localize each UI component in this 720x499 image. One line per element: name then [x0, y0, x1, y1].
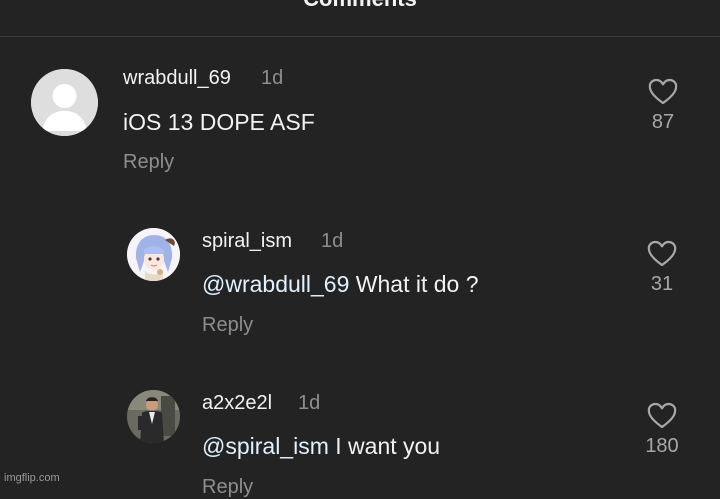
avatar[interactable] — [31, 69, 98, 136]
comment-body: I want you — [328, 433, 441, 459]
default-avatar-icon — [31, 69, 98, 136]
heart-icon — [647, 402, 677, 429]
comment-body: iOS 13 DOPE ASF — [123, 109, 315, 135]
comment-timestamp: 1d — [298, 392, 321, 414]
reply-button[interactable]: Reply — [202, 314, 253, 337]
watermark: imgflip.com — [4, 472, 60, 484]
like-button[interactable]: 87 — [643, 78, 683, 134]
comment-timestamp: 1d — [261, 67, 284, 89]
avatar[interactable] — [127, 390, 180, 443]
comment-mention[interactable]: @spiral_ism — [202, 433, 329, 459]
comment-text: @spiral_ism I want you — [202, 433, 440, 460]
comment-mention[interactable]: @wrabdull_69 — [202, 271, 349, 297]
person-photo-avatar — [127, 390, 180, 443]
like-button[interactable]: 180 — [642, 402, 682, 458]
comment-text: @wrabdull_69 What it do ? — [202, 271, 479, 298]
comments-header: Comments — [0, 0, 720, 37]
comment-timestamp: 1d — [321, 230, 344, 252]
heart-icon — [647, 240, 677, 267]
comment-username[interactable]: a2x2e2l — [202, 392, 272, 415]
reply-button[interactable]: Reply — [123, 151, 174, 174]
anime-character-avatar — [127, 228, 180, 281]
comment-text: iOS 13 DOPE ASF — [123, 109, 315, 136]
comment-username[interactable]: spiral_ism — [202, 230, 292, 253]
comment-body: What it do ? — [349, 271, 479, 297]
like-button[interactable]: 31 — [642, 240, 682, 296]
comment-username[interactable]: wrabdull_69 — [123, 67, 231, 90]
avatar[interactable] — [127, 228, 180, 281]
reply-button[interactable]: Reply — [202, 476, 253, 499]
like-count: 180 — [645, 435, 679, 457]
like-count: 31 — [650, 273, 674, 295]
page-title: Comments — [0, 0, 720, 12]
like-count: 87 — [651, 111, 675, 133]
heart-icon — [648, 78, 678, 105]
